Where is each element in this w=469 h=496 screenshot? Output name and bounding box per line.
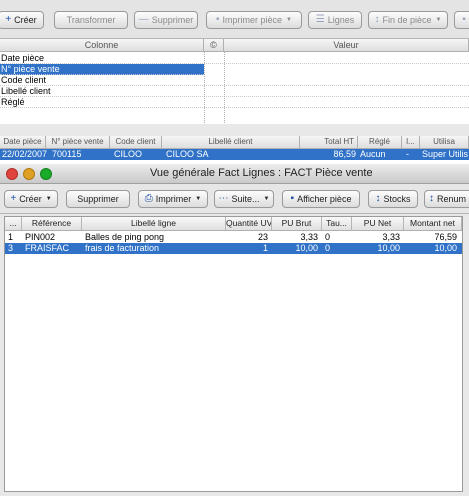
date-header[interactable]: Date pièce (0, 136, 46, 149)
printer-icon: ⎙ (144, 193, 153, 204)
minimize-icon[interactable] (23, 168, 35, 180)
back-delete-button[interactable]: — Supprimer (134, 11, 198, 29)
dropdown-arrow-icon: ▼ (45, 196, 52, 202)
dropdown-arrow-icon: ▼ (435, 17, 442, 23)
code-cell: CILOO (114, 149, 143, 159)
flag-header[interactable]: l... (402, 136, 420, 149)
quantity-header[interactable]: Quantité UV (226, 217, 272, 231)
line-row[interactable]: 1 PIN002 Balles de ping pong 23 3,33 0 3… (5, 232, 462, 243)
more-icon: ▪ (462, 14, 466, 25)
window-title: Vue générale Fact Lignes : FACT Pièce ve… (150, 167, 373, 179)
number-header[interactable]: N° pièce vente (46, 136, 110, 149)
property-row[interactable]: Date pièce (0, 53, 469, 64)
dropdown-arrow-icon: ▼ (286, 17, 292, 23)
line-row-selected[interactable]: 3 FRAISFAC frais de facturation 1 10,00 … (5, 243, 462, 254)
label-header[interactable]: Libellé client (162, 136, 300, 149)
property-row[interactable]: Libellé client (0, 86, 469, 97)
total-header[interactable]: Total HT (300, 136, 358, 149)
dropdown-arrow-icon: ▼ (195, 196, 202, 202)
list-icon: ☰ (315, 14, 325, 25)
print-button[interactable]: ⎙ Imprimer ▼ (138, 190, 208, 208)
ellipsis-icon: ⋯ (218, 193, 229, 204)
invoice-lines-list: ... Référence Libellé ligne Quantité UV … (4, 216, 463, 492)
updown-icon: ↕ (375, 193, 381, 204)
stocks-button[interactable]: ↕ Stocks (368, 190, 418, 208)
flag-cell: - (406, 149, 409, 159)
reference-header[interactable]: Référence (22, 217, 82, 231)
renum-button[interactable]: ↕ Renum (424, 190, 469, 208)
net-amount-header[interactable]: Montant net (404, 217, 462, 231)
properties-table: Colonne © Valeur Date pièce N° pièce ven… (0, 38, 469, 125)
unit-price-net-header[interactable]: PU Net (352, 217, 404, 231)
updown-icon: ↕ (429, 193, 434, 204)
minus-icon: — (138, 14, 149, 25)
index-header[interactable]: ... (5, 217, 22, 231)
total-cell: 86,59 (333, 149, 356, 159)
label-cell: CILOO SA (166, 149, 209, 159)
updown-icon: ↕ (374, 14, 380, 25)
back-toolbar: + Créer Transformer — Supprimer ▪ Imprimer … (0, 0, 469, 38)
unit-price-gross-header[interactable]: PU Brut (272, 217, 322, 231)
splitter[interactable] (0, 124, 469, 136)
delete-button[interactable]: Supprimer (66, 190, 130, 208)
property-row[interactable]: Code client (0, 75, 469, 86)
front-window-titlebar[interactable]: Vue générale Fact Lignes : FACT Pièce ve… (0, 164, 469, 184)
column-header[interactable]: Colonne (0, 39, 204, 52)
show-piece-button[interactable]: ▪ Afficher pièce (282, 190, 360, 208)
back-end-button[interactable]: ↕ Fin de pièce ▼ (368, 11, 448, 29)
code-header[interactable]: Code client (110, 136, 162, 149)
paid-cell: Aucun (360, 149, 386, 159)
create-button[interactable]: + Créer ▼ (4, 190, 58, 208)
plus-icon: + (10, 193, 17, 204)
dot-icon: ▪ (215, 14, 220, 25)
property-row[interactable]: Réglé (0, 97, 469, 108)
paid-header[interactable]: Réglé (358, 136, 402, 149)
copy-header[interactable]: © (204, 39, 224, 52)
rate-header[interactable]: Tau... (322, 217, 352, 231)
back-create-button[interactable]: + Créer (0, 11, 44, 29)
back-more-button[interactable]: ▪ (454, 11, 469, 29)
user-cell: Super Utilis (422, 149, 469, 159)
more-button[interactable]: ⋯ Suite... ▼ (214, 190, 274, 208)
zoom-icon[interactable] (40, 168, 52, 180)
back-transform-button[interactable]: Transformer (54, 11, 128, 29)
property-row-selected[interactable]: N° pièce vente (0, 64, 204, 75)
plus-icon: + (5, 14, 12, 25)
close-icon[interactable] (6, 168, 18, 180)
back-print-button[interactable]: ▪ Imprimer pièce ▼ (206, 11, 302, 29)
invoice-row-selected[interactable]: 22/02/2007 700115 CILOO CILOO SA 86,59 A… (0, 149, 469, 160)
label-header[interactable]: Libellé ligne (82, 217, 226, 231)
column-divider (204, 52, 205, 125)
user-header[interactable]: Utilisa (420, 136, 469, 149)
number-cell: 700115 (52, 149, 82, 159)
column-divider (224, 52, 225, 125)
date-cell: 22/02/2007 (2, 149, 48, 159)
front-toolbar: + Créer ▼ Supprimer ⎙ Imprimer ▼ ⋯ Suite... ▼ … (0, 184, 469, 214)
value-header[interactable]: Valeur (224, 39, 469, 52)
dropdown-arrow-icon: ▼ (263, 196, 270, 202)
dot-icon: ▪ (290, 193, 295, 204)
back-lines-button[interactable]: ☰ Lignes (308, 11, 362, 29)
